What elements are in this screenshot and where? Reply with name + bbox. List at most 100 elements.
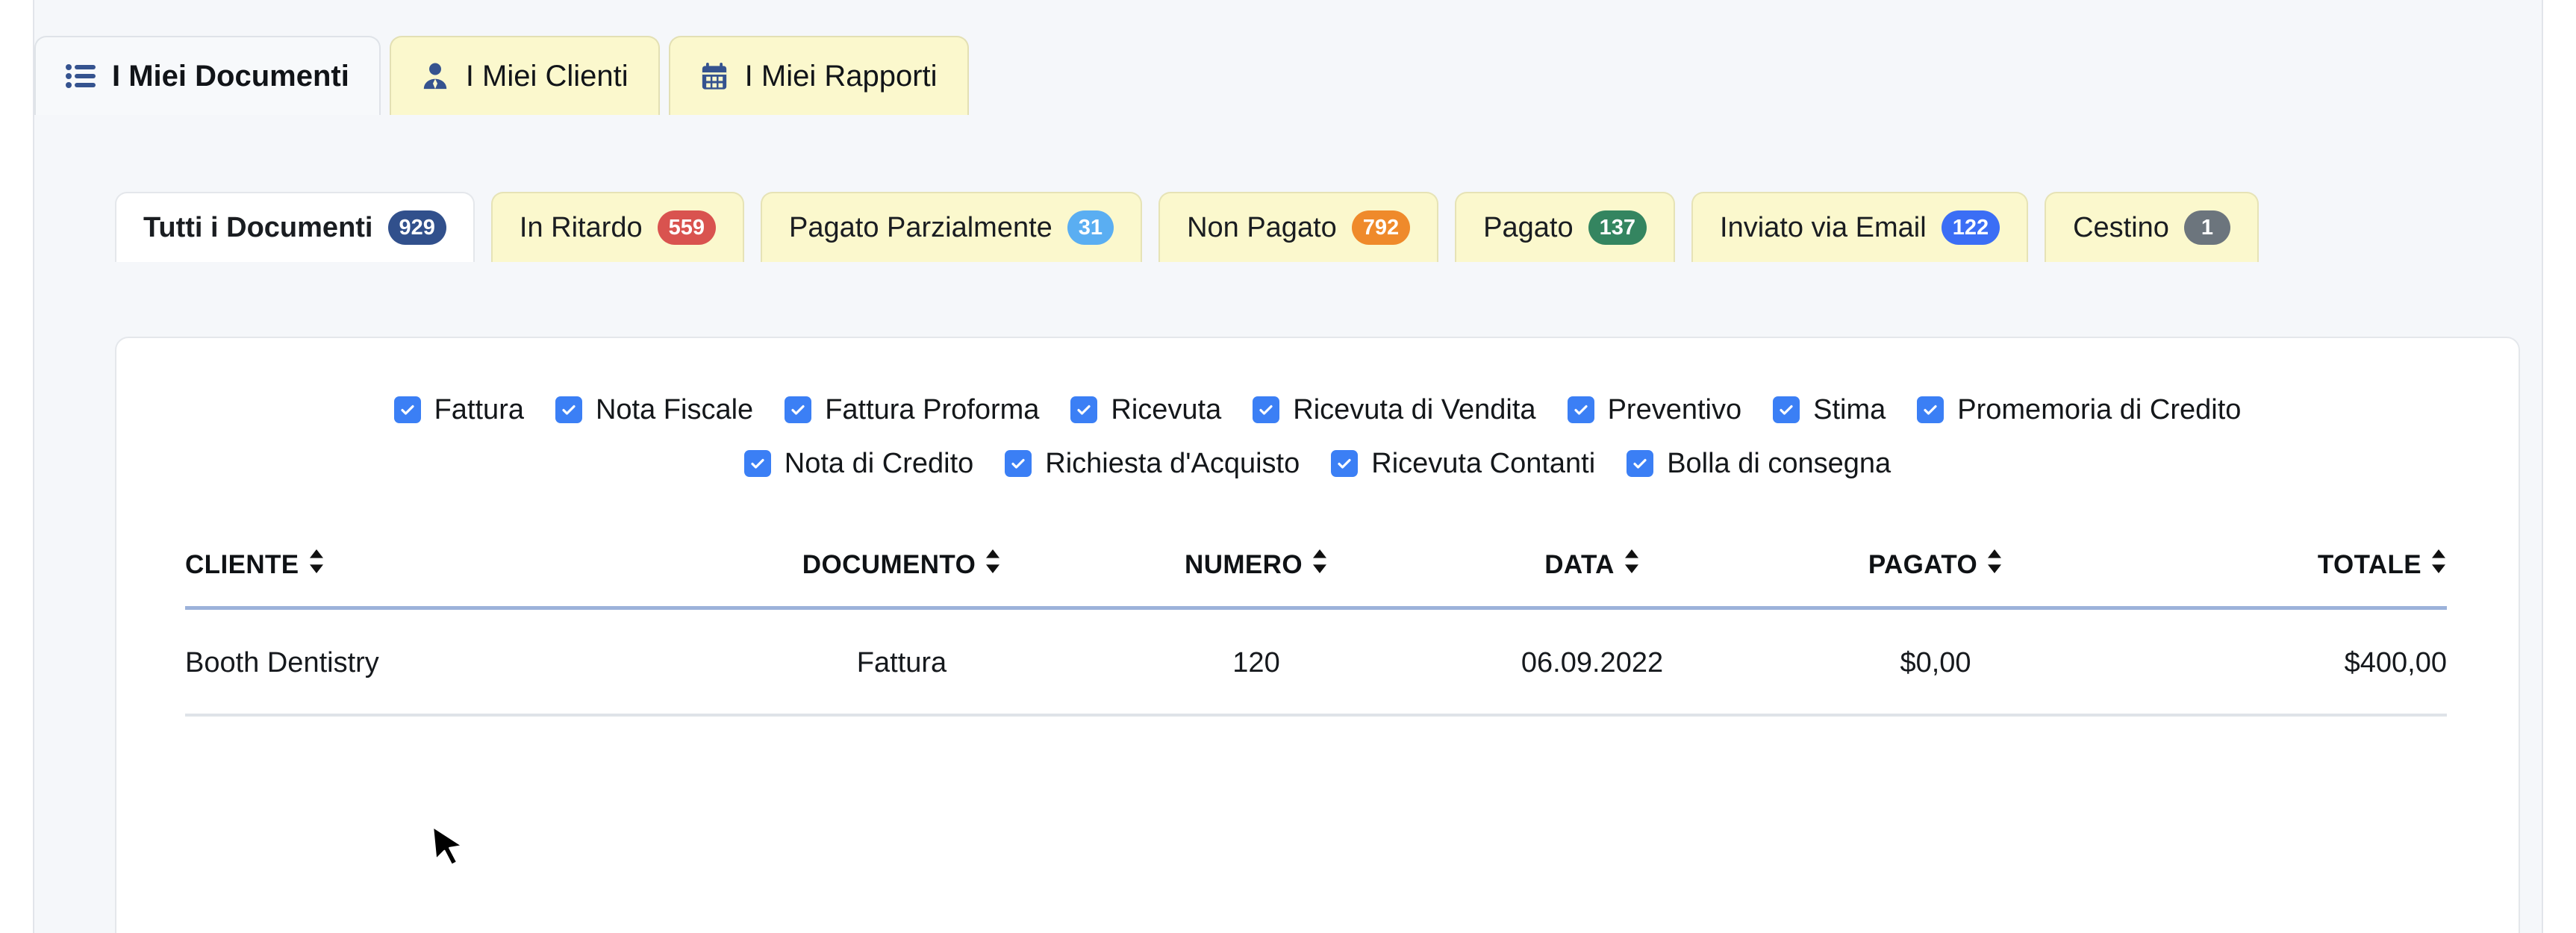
filter-tab-label: In Ritardo — [519, 211, 643, 243]
checkbox-label: Bolla di consegna — [1667, 447, 1892, 479]
checkmark-icon — [1627, 450, 1654, 477]
document-type-filters: Fattura Nota Fiscale Fattura Proforma Ri… — [116, 383, 2519, 490]
checkbox-richiesta-dacquisto[interactable]: Richiesta d'Acquisto — [1005, 448, 1300, 480]
filter-tab-badge: 792 — [1351, 210, 1411, 245]
app-panel: I Miei Documenti I Miei Clienti I Miei R… — [33, 0, 2543, 933]
checkbox-promemoria-di-credito[interactable]: Promemoria di Credito — [1917, 394, 2241, 426]
checkmark-icon — [555, 396, 582, 423]
cell-totale: $400,00 — [2103, 608, 2447, 717]
checkbox-label: Ricevuta Contanti — [1371, 447, 1596, 479]
cell-documento: Fattura — [708, 608, 1096, 717]
checkmark-icon — [743, 450, 771, 477]
checkbox-nota-fiscale[interactable]: Nota Fiscale — [555, 394, 753, 426]
column-header-data[interactable]: DATA — [1417, 549, 1768, 610]
filter-tab-badge: 31 — [1067, 210, 1114, 245]
checkmark-icon — [1917, 396, 1945, 423]
column-label: TOTALE — [2317, 549, 2421, 579]
main-tab-label: I Miei Documenti — [112, 59, 349, 93]
sort-icon — [1986, 549, 2003, 581]
document-type-filter-row-2: Nota di Credito Richiesta d'Acquisto Ric… — [116, 437, 2519, 490]
filter-tab-inviato-via-email[interactable]: Inviato via Email 122 — [1691, 192, 2029, 262]
document-type-filter-row-1: Fattura Nota Fiscale Fattura Proforma Ri… — [116, 383, 2519, 437]
filter-tab-pagato[interactable]: Pagato 137 — [1455, 192, 1676, 262]
sort-icon — [1312, 549, 1328, 581]
sort-icon — [1624, 549, 1640, 581]
main-tab-label: I Miei Clienti — [465, 59, 629, 93]
filter-tab-tutti-i-documenti[interactable]: Tutti i Documenti 929 — [115, 192, 475, 262]
checkbox-fattura[interactable]: Fattura — [393, 393, 524, 426]
column-header-totale[interactable]: TOTALE — [2103, 549, 2447, 610]
filter-tab-badge: 137 — [1588, 210, 1647, 245]
main-tab-i-miei-clienti[interactable]: I Miei Clienti — [389, 36, 660, 115]
table-header: CLIENTE DOCUMENTO NUMERO DATA PAGATO TOT… — [185, 549, 2447, 610]
checkbox-label: Fattura — [434, 393, 524, 425]
checkmark-icon — [785, 396, 812, 423]
filter-tab-badge: 559 — [657, 210, 717, 245]
checkbox-label: Ricevuta — [1111, 393, 1222, 425]
checkbox-ricevuta-contanti[interactable]: Ricevuta Contanti — [1331, 448, 1595, 480]
sort-icon — [985, 549, 1001, 581]
checkbox-label: Fattura Proforma — [825, 393, 1040, 425]
filter-tab-in-ritardo[interactable]: In Ritardo 559 — [490, 192, 745, 262]
sort-icon — [2430, 549, 2447, 581]
sort-icon — [308, 549, 325, 581]
checkbox-label: Nota di Credito — [784, 447, 974, 479]
filter-tab-label: Inviato via Email — [1720, 211, 1927, 243]
table-header-row: CLIENTE DOCUMENTO NUMERO DATA PAGATO TOT… — [185, 549, 2447, 610]
filter-tab-cestino[interactable]: Cestino 1 — [2045, 192, 2259, 262]
user-icon — [421, 62, 449, 90]
checkbox-bolla-di-consegna[interactable]: Bolla di consegna — [1627, 448, 1891, 480]
checkbox-label: Promemoria di Credito — [1957, 393, 2242, 425]
column-label: CLIENTE — [185, 549, 299, 579]
checkbox-preventivo[interactable]: Preventivo — [1567, 394, 1741, 426]
checkmark-icon — [1253, 396, 1280, 423]
column-header-pagato[interactable]: PAGATO — [1768, 549, 2103, 610]
filter-tab-badge: 1 — [2183, 210, 2230, 245]
table-body: Booth Dentistry Fattura 120 06.09.2022 $… — [185, 608, 2447, 717]
main-tab-label: I Miei Rapporti — [744, 59, 938, 93]
status-filter-tab-bar: Tutti i Documenti 929 In Ritardo 559 Pag… — [115, 192, 2444, 262]
filter-tab-badge: 122 — [1941, 210, 2000, 245]
main-tab-i-miei-documenti[interactable]: I Miei Documenti — [34, 36, 381, 115]
checkmark-icon — [1567, 396, 1594, 423]
checkbox-ricevuta-di-vendita[interactable]: Ricevuta di Vendita — [1253, 393, 1536, 426]
checkmark-icon — [393, 396, 421, 423]
checkbox-stima[interactable]: Stima — [1773, 394, 1886, 426]
documents-content-card: Fattura Nota Fiscale Fattura Proforma Ri… — [115, 337, 2520, 933]
main-tab-bar: I Miei Documenti I Miei Clienti I Miei R… — [34, 36, 969, 115]
filter-tab-label: Non Pagato — [1187, 211, 1337, 243]
checkbox-nota-di-credito[interactable]: Nota di Credito — [743, 447, 974, 480]
filter-tab-badge: 929 — [387, 210, 446, 245]
documents-table: CLIENTE DOCUMENTO NUMERO DATA PAGATO TOT… — [185, 549, 2447, 717]
checkbox-fattura-proforma[interactable]: Fattura Proforma — [785, 394, 1039, 426]
cell-numero: 120 — [1096, 608, 1417, 717]
column-label: NUMERO — [1185, 549, 1303, 579]
filter-tab-label: Pagato — [1483, 211, 1574, 243]
table-row[interactable]: Booth Dentistry Fattura 120 06.09.2022 $… — [185, 608, 2447, 717]
checkmark-icon — [1331, 450, 1359, 477]
checkbox-label: Stima — [1813, 393, 1886, 425]
cell-pagato: $0,00 — [1768, 608, 2103, 717]
screen-root: I Miei Documenti I Miei Clienti I Miei R… — [0, 0, 2576, 933]
column-label: DATA — [1544, 549, 1615, 579]
cell-cliente[interactable]: Booth Dentistry — [185, 608, 708, 717]
filter-tab-label: Cestino — [2073, 211, 2169, 243]
checkmark-icon — [1773, 396, 1800, 423]
checkbox-label: Ricevuta di Vendita — [1293, 393, 1536, 425]
filter-tab-non-pagato[interactable]: Non Pagato 792 — [1158, 192, 1439, 262]
checkbox-label: Nota Fiscale — [595, 393, 754, 425]
column-label: DOCUMENTO — [802, 549, 976, 579]
filter-tab-label: Pagato Parzialmente — [789, 211, 1052, 243]
column-header-numero[interactable]: NUMERO — [1096, 549, 1417, 610]
column-label: PAGATO — [1868, 549, 1978, 579]
documents-section: Tutti i Documenti 929 In Ritardo 559 Pag… — [34, 115, 2542, 933]
column-header-documento[interactable]: DOCUMENTO — [708, 549, 1096, 610]
column-header-cliente[interactable]: CLIENTE — [185, 549, 708, 610]
filter-tab-pagato-parzialmente[interactable]: Pagato Parzialmente 31 — [761, 192, 1143, 262]
main-tab-i-miei-rapporti[interactable]: I Miei Rapporti — [668, 36, 969, 115]
checkbox-label: Richiesta d'Acquisto — [1045, 447, 1300, 479]
calendar-icon — [700, 62, 729, 90]
filter-tab-label: Tutti i Documenti — [143, 211, 373, 243]
checkmark-icon — [1005, 450, 1032, 477]
checkbox-ricevuta[interactable]: Ricevuta — [1070, 394, 1221, 426]
